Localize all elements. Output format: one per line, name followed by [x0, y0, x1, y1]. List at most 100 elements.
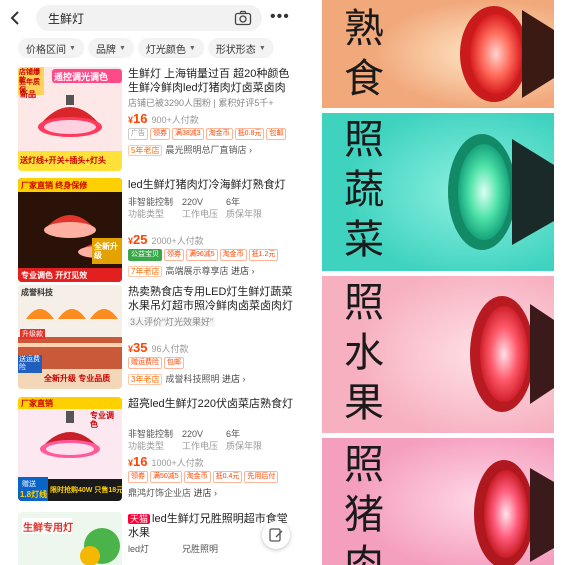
product-image[interactable]: 店铺爆款 五年质保 新品 遥控调光调色 送灯线+开关+插头+灯头: [18, 67, 122, 171]
lamp-color-panels: 熟食 照蔬菜 照水果 照猪肉: [322, 0, 554, 565]
edit-note-icon[interactable]: [262, 521, 290, 549]
panel-caption: 照水果: [344, 280, 384, 426]
filter-price[interactable]: 价格区间 ▼: [18, 38, 84, 58]
filter-light-color[interactable]: 灯光颜色 ▼: [137, 38, 204, 58]
thumb-footer: 送灯线+开关+插头+灯头: [20, 156, 107, 165]
thumb-badge-text: 送运费险: [19, 356, 40, 371]
thumb-badge-text: 专业调色: [90, 411, 114, 429]
back-arrow-icon[interactable]: [0, 0, 30, 36]
promo-tag: 抵0.4元: [212, 471, 243, 483]
charity-tag: 公益宝贝: [128, 249, 162, 261]
promo-tag: 广告: [128, 128, 148, 140]
product-card[interactable]: 生鲜专用灯 天猫 led生鲜灯兄胜照明超市食堂水果 led灯 兄胜照明: [0, 512, 300, 565]
product-info: led生鲜灯猪肉灯冷海鲜灯熟食灯 非智能控制 220V 6年 功能类型 工作电压 质保年…: [128, 178, 296, 277]
promo-tag: 领券: [150, 128, 170, 140]
shop-name: 成誉科技照明: [165, 374, 220, 384]
shop-row[interactable]: 鼎鸿灯饰企业店 进店 ›: [128, 486, 296, 499]
enter-shop-link[interactable]: 进店: [231, 266, 249, 276]
product-sub: 店铺已被3290人围粉 | 累积好评5千+: [128, 98, 274, 108]
enter-shop-link[interactable]: 进店: [222, 374, 240, 384]
search-input[interactable]: 生鲜灯: [36, 5, 262, 31]
price: ¥16: [128, 454, 148, 469]
promo-tag: 抵0.8元: [234, 128, 265, 140]
product-card[interactable]: 厂家直销 专业调色 赠送 1.8灯线 限时抢购40W 只售18元 超亮led生鲜…: [0, 397, 300, 513]
product-title[interactable]: 热卖熟食店专用LED灯生鲜灯蔬菜水果吊灯超市照冷鲜肉卤菜卤肉灯: [128, 285, 296, 313]
shop-row[interactable]: 5年老店 晨光照明总厂直销店 ›: [128, 143, 296, 156]
panel-caption: 照蔬菜: [344, 117, 384, 263]
product-image[interactable]: 生鲜专用灯: [18, 512, 122, 565]
promo-tag: 淘金币: [183, 471, 211, 483]
filter-brand[interactable]: 品牌 ▼: [87, 38, 134, 58]
chevron-right-icon: ›: [246, 145, 252, 155]
product-card[interactable]: 厂家直销 终身保修 全新升级 专业调色 开灯见效 led生鲜灯猪肉灯冷海鲜灯熟食…: [0, 178, 300, 294]
panel-pork: 照猪肉: [322, 438, 554, 565]
product-card[interactable]: 成誉科技 升级款 送运费险 全新升级 专业品质 热卖熟食店专用LED灯生鲜灯蔬菜…: [0, 285, 300, 401]
price: ¥16: [128, 111, 148, 126]
product-info: 热卖熟食店专用LED灯生鲜灯蔬菜水果吊灯超市照冷鲜肉卤菜卤肉灯 3人评价“灯光效…: [128, 285, 296, 385]
paid-count: 96人付款: [151, 344, 189, 354]
product-title[interactable]: 超亮led生鲜灯220伏卤菜店熟食灯: [128, 397, 296, 425]
chevron-right-icon: ›: [240, 374, 246, 384]
panel-caption: 照猪肉: [344, 442, 384, 565]
phone-screen: 生鲜灯 ••• 价格区间 ▼ 品牌 ▼ 灯光颜色 ▼ 形状形态 ▼ 店铺爆款 五年质保 …: [0, 0, 300, 565]
promo-tag: 满96减5: [186, 249, 218, 261]
dropdown-icon: ▼: [69, 44, 76, 52]
camera-icon[interactable]: [234, 9, 252, 27]
enter-shop-link[interactable]: 进店: [194, 488, 212, 498]
promo-tags: 广告 领券 满38减3 淘金币 抵0.8元 包邮: [128, 128, 296, 140]
thumb-footer: 限时抢购40W 只售18元: [50, 487, 122, 494]
thumb-brand: 成誉科技: [21, 288, 53, 297]
thumb-headline: 厂家直销 终身保修: [21, 181, 88, 190]
thumb-badge-text: 全新升级: [94, 242, 118, 260]
shop-row[interactable]: 7年老店 高端展示尊享店 进店 ›: [128, 264, 296, 277]
product-title[interactable]: led生鲜灯猪肉灯冷海鲜灯熟食灯: [128, 178, 296, 192]
thumb-new-text: 新品: [20, 90, 36, 99]
filter-label: 品牌: [95, 44, 116, 56]
chevron-right-icon: ›: [249, 266, 255, 276]
promo-tags: 公益宝贝 领券 满96减5 淘金币 抵1.2元: [128, 249, 296, 261]
price: ¥35: [128, 340, 148, 355]
paid-count: 1000+人付款: [151, 458, 204, 468]
product-image[interactable]: 厂家直销 专业调色 赠送 1.8灯线 限时抢购40W 只售18元: [18, 397, 122, 501]
promo-tag: 先用后付: [244, 471, 279, 483]
promo-tag: 领券: [164, 249, 184, 261]
product-info: 生鲜灯 上海销量过百 超20种颜色生鲜冷鲜肉led灯猪肉灯卤菜卤肉 店铺已被32…: [128, 67, 296, 156]
spec-labels: 功能类型 工作电压 质保年限: [128, 441, 263, 451]
more-options-icon[interactable]: •••: [270, 8, 290, 26]
shop-years-badge: 7年老店: [128, 266, 163, 277]
thumb-headline: 厂家直销: [21, 399, 53, 408]
filter-label: 价格区间: [26, 44, 66, 56]
panel-caption: 熟食: [344, 6, 384, 102]
thumb-gift-label: 赠送: [22, 481, 36, 488]
product-title[interactable]: 生鲜灯 上海销量过百 超20种颜色生鲜冷鲜肉led灯猪肉灯卤菜卤肉: [128, 67, 296, 95]
shop-years-badge: 5年老店: [128, 145, 163, 156]
filter-label: 形状形态: [215, 44, 256, 56]
filter-shape[interactable]: 形状形态 ▼: [207, 38, 274, 58]
panel-cooked-food: 熟食: [322, 0, 554, 108]
dropdown-icon: ▼: [258, 44, 266, 52]
price-row: ¥25 2000+人付款: [128, 232, 296, 247]
spec-values: 非智能控制 220V 6年: [128, 429, 241, 439]
shop-row[interactable]: 3年老店 成誉科技照明 进店 ›: [128, 372, 296, 385]
product-card[interactable]: 店铺爆款 五年质保 新品 遥控调光调色 送灯线+开关+插头+灯头 生鲜灯 上海销…: [0, 67, 300, 183]
price-row: ¥35 96人付款: [128, 340, 296, 355]
panel-vegetables: 照蔬菜: [322, 113, 554, 271]
thumb-gift-value: 1.8灯线: [20, 490, 48, 499]
spec-values: 非智能控制 220V 6年: [128, 197, 241, 207]
promo-tag: 领券: [128, 471, 148, 483]
shop-name: 晨光照明总厂直销店: [165, 145, 247, 155]
shop-name: 鼎鸿灯饰企业店: [128, 488, 192, 498]
product-image[interactable]: 厂家直销 终身保修 全新升级 专业调色 开灯见效: [18, 178, 122, 282]
promo-tag: 抵1.2元: [248, 249, 279, 261]
product-image[interactable]: 成誉科技 升级款 送运费险 全新升级 专业品质: [18, 285, 122, 389]
shop-name: 高端展示尊享店: [165, 266, 229, 276]
price-row: ¥16 1000+人付款: [128, 454, 296, 469]
thumb-headline: 遥控调光调色: [54, 72, 109, 82]
promo-tag: 淘金币: [219, 249, 247, 261]
promo-tag: 包邮: [164, 357, 184, 369]
promo-tags: 领券 满50减5 淘金币 抵0.4元 先用后付: [128, 471, 296, 483]
paid-count: 900+人付款: [151, 115, 199, 125]
promo-tag: 包邮: [266, 128, 287, 140]
review-snippet: 3人评价“灯光效果好”: [128, 317, 215, 327]
tmall-badge: 天猫: [128, 514, 151, 524]
